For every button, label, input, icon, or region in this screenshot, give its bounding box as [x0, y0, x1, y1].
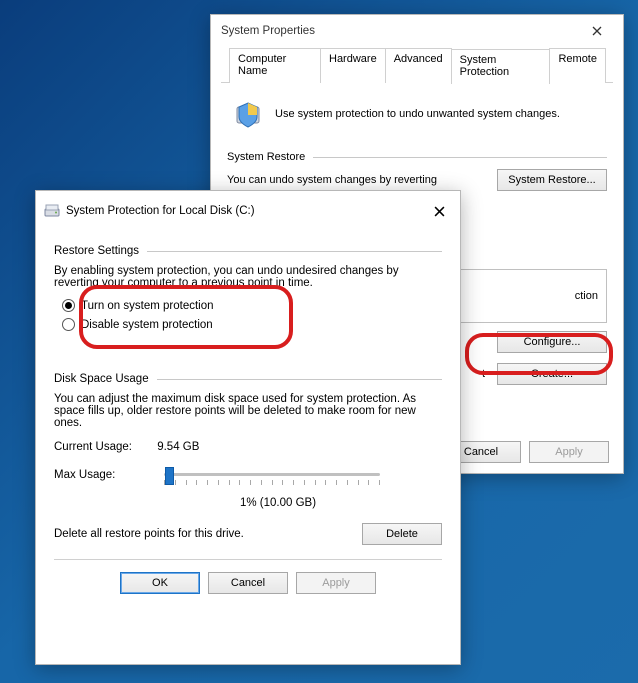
dialog-body: Restore Settings By enabling system prot… [36, 231, 460, 604]
configure-button[interactable]: Configure... [497, 331, 607, 353]
delete-button[interactable]: Delete [362, 523, 442, 545]
apply-button[interactable]: Apply [529, 441, 609, 463]
current-usage-label: Current Usage: [54, 441, 154, 453]
max-usage-slider[interactable] [164, 463, 380, 487]
system-restore-button[interactable]: System Restore... [497, 169, 607, 191]
tab-hardware[interactable]: Hardware [320, 48, 386, 83]
tabs-row: Computer Name Hardware Advanced System P… [221, 47, 613, 83]
cancel-button[interactable]: Cancel [208, 572, 288, 594]
dialog-footer: OK Cancel Apply [54, 559, 442, 594]
system-protection-dialog: System Protection for Local Disk (C:) Re… [35, 190, 461, 665]
ok-button[interactable]: OK [120, 572, 200, 594]
drive-list-fragment: ction [575, 290, 598, 302]
restore-text: You can undo system changes by reverting [227, 174, 485, 186]
tab-advanced[interactable]: Advanced [385, 48, 452, 83]
radio-off-icon [62, 318, 75, 331]
slider-value-text: 1% (10.00 GB) [114, 497, 442, 509]
restore-settings-label: Restore Settings [54, 245, 139, 257]
radio-disable[interactable]: Disable system protection [62, 318, 442, 331]
tab-system-protection[interactable]: System Protection [451, 49, 551, 84]
titlebar[interactable]: System Protection for Local Disk (C:) [36, 191, 460, 231]
close-icon[interactable] [577, 17, 617, 45]
radio-on-label: Turn on system protection [81, 300, 214, 312]
disk-space-label: Disk Space Usage [54, 373, 149, 385]
dialog-title: System Protection for Local Disk (C:) [66, 205, 424, 217]
disk-space-desc: You can adjust the maximum disk space us… [54, 393, 442, 429]
current-usage-value: 9.54 GB [157, 441, 199, 453]
close-icon[interactable] [424, 197, 454, 225]
radio-on-icon [62, 299, 75, 312]
window-title: System Properties [221, 25, 315, 37]
tab-remote[interactable]: Remote [549, 48, 606, 83]
radio-turn-on[interactable]: Turn on system protection [62, 299, 442, 312]
system-restore-group-label: System Restore [227, 151, 305, 163]
restore-settings-desc: By enabling system protection, you can u… [54, 265, 442, 289]
apply-button[interactable]: Apply [296, 572, 376, 594]
shield-icon [231, 97, 265, 131]
create-button[interactable]: Create... [497, 363, 607, 385]
titlebar[interactable]: System Properties [211, 15, 623, 47]
radio-off-label: Disable system protection [81, 319, 213, 331]
protection-desc: Use system protection to undo unwanted s… [275, 108, 560, 120]
drive-icon [44, 203, 60, 219]
max-usage-label: Max Usage: [54, 469, 154, 481]
tab-computer-name[interactable]: Computer Name [229, 48, 321, 83]
delete-text: Delete all restore points for this drive… [54, 528, 348, 540]
